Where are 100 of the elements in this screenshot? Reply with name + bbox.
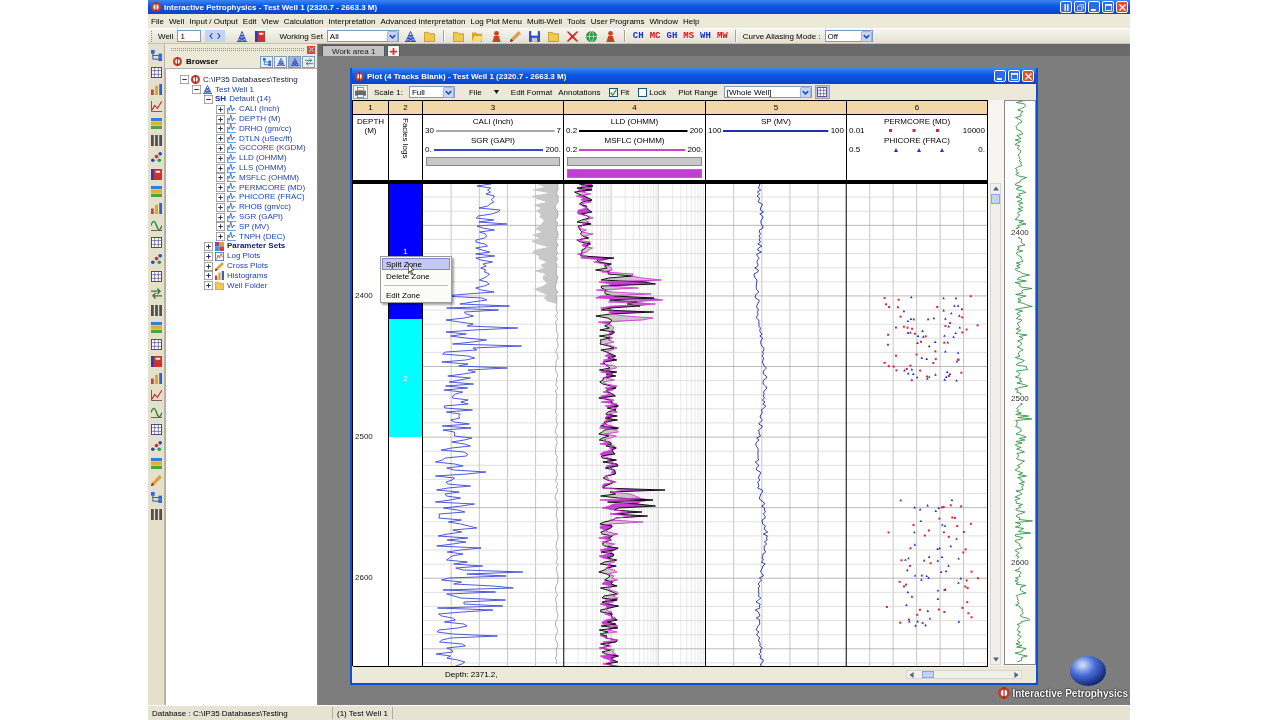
tree-item[interactable]: CALI (Inch) — [238, 105, 280, 114]
tree-item[interactable]: Test Well 1 — [214, 85, 254, 94]
menu-item[interactable]: User Programs — [590, 16, 645, 26]
line-chart-icon[interactable] — [150, 390, 162, 401]
layers-icon[interactable] — [150, 186, 162, 197]
view-button[interactable] — [288, 55, 301, 68]
scrollbar-thumb[interactable] — [922, 671, 934, 678]
print-button[interactable] — [353, 85, 368, 99]
tree-item[interactable]: Log Plots — [226, 252, 261, 261]
menu-item[interactable]: Split Zone — [382, 258, 450, 270]
layers-icon[interactable] — [150, 322, 162, 333]
tree-item[interactable]: TNPH (DEC) — [238, 232, 286, 241]
layers-icon[interactable] — [150, 118, 162, 129]
person-icon[interactable] — [490, 30, 502, 42]
expand-icon[interactable] — [216, 153, 225, 163]
lock-checkbox[interactable] — [638, 87, 648, 97]
view-button[interactable] — [302, 55, 315, 68]
expand-icon[interactable] — [216, 163, 225, 173]
arrows-icon[interactable] — [150, 288, 162, 299]
maximize-button[interactable] — [1102, 1, 1114, 13]
tree-item[interactable]: C:\IP35 Databases\Testing — [202, 75, 298, 84]
mode-button[interactable]: MS — [682, 31, 696, 41]
mode-button[interactable]: GH — [665, 31, 679, 41]
expand-icon[interactable] — [216, 134, 225, 144]
new-tab-button[interactable] — [387, 45, 401, 56]
view-button[interactable] — [274, 55, 287, 68]
bars-icon[interactable] — [150, 203, 162, 214]
mode-button[interactable]: CH — [631, 31, 645, 41]
expand-icon[interactable] — [216, 114, 225, 124]
tower-icon[interactable] — [404, 30, 416, 42]
close-button[interactable] — [307, 45, 315, 54]
view-button[interactable] — [260, 55, 273, 68]
work-area-tab[interactable]: Work area 1 — [322, 45, 386, 56]
grid-icon[interactable] — [150, 271, 162, 282]
previous-button[interactable] — [208, 31, 215, 41]
expand-icon[interactable] — [216, 212, 225, 222]
expand-icon[interactable] — [204, 251, 213, 261]
menu-item[interactable]: Log Plot Menu — [470, 16, 523, 26]
menu-item[interactable]: Calculation — [283, 16, 324, 26]
tree-item[interactable]: MSFLC (OHMM) — [238, 173, 299, 182]
expand-icon[interactable] — [216, 202, 225, 212]
mode-button[interactable]: MW — [715, 31, 729, 41]
tree-item[interactable]: Well Folder — [226, 281, 268, 290]
menu-item[interactable]: Tools — [567, 16, 586, 26]
save-icon[interactable] — [528, 30, 540, 42]
up-arrow-icon[interactable] — [992, 186, 999, 191]
tree-item[interactable]: PHICORE (FRAC) — [238, 193, 305, 202]
columns-icon[interactable] — [150, 509, 162, 520]
tree-item[interactable]: RHOB (gm/cc) — [238, 203, 291, 212]
collapse-icon[interactable] — [192, 85, 201, 95]
wave-icon[interactable] — [150, 407, 162, 418]
expand-icon[interactable] — [216, 143, 225, 153]
close-button[interactable] — [1116, 1, 1128, 13]
columns-icon[interactable] — [150, 135, 162, 146]
expand-icon[interactable] — [204, 271, 213, 281]
close-button[interactable] — [1022, 70, 1034, 82]
tower-icon[interactable] — [237, 30, 248, 42]
expand-icon[interactable] — [216, 104, 225, 114]
down-arrow-icon[interactable] — [992, 657, 999, 662]
book-icon[interactable] — [150, 169, 162, 180]
wave-icon[interactable] — [150, 220, 162, 231]
plot-range-dropdown[interactable]: [Whole Well] — [723, 86, 812, 98]
bars-icon[interactable] — [150, 373, 162, 384]
grid-icon[interactable] — [150, 237, 162, 248]
pause-button[interactable] — [1060, 1, 1072, 13]
grid-icon[interactable] — [150, 339, 162, 350]
tree-item[interactable]: DEPTH (M) — [238, 115, 281, 124]
tree-icon[interactable] — [150, 492, 162, 503]
line-chart-icon[interactable] — [150, 101, 162, 112]
menu-item[interactable]: Edit — [242, 16, 257, 26]
maximize-button[interactable] — [1008, 70, 1020, 82]
settings-button[interactable] — [814, 85, 830, 99]
next-button[interactable] — [216, 31, 223, 41]
expand-icon[interactable] — [216, 173, 225, 183]
expand-icon[interactable] — [216, 232, 225, 242]
expand-icon[interactable] — [216, 192, 225, 202]
tree-item[interactable]: DTLN (uSec/ft) — [238, 134, 293, 143]
tree-icon[interactable] — [150, 50, 162, 61]
annotations-button[interactable]: Annotations — [558, 87, 601, 97]
expand-icon[interactable] — [204, 261, 213, 271]
globe-icon[interactable] — [585, 30, 597, 42]
collapse-icon[interactable] — [204, 95, 213, 104]
tree-item[interactable]: Histograms — [226, 271, 268, 280]
well-input[interactable]: 1 — [177, 30, 202, 42]
right-arrow-icon[interactable] — [1014, 671, 1019, 678]
scatter-icon[interactable] — [150, 441, 162, 452]
menu-item[interactable]: View — [261, 16, 279, 26]
book-icon[interactable] — [255, 30, 266, 42]
columns-icon[interactable] — [150, 305, 162, 316]
cross-icon[interactable] — [566, 30, 578, 42]
aliasing-dropdown[interactable]: Off — [824, 30, 873, 42]
expand-icon[interactable] — [216, 183, 225, 193]
tree-item[interactable]: SGR (GAPI) — [238, 213, 283, 222]
layers-icon[interactable] — [150, 458, 162, 469]
menu-item[interactable]: File — [151, 16, 164, 26]
tree-item[interactable]: PERMCORE (MD) — [238, 183, 306, 192]
menu-item[interactable]: Well — [168, 16, 185, 26]
collapse-icon[interactable] — [180, 75, 189, 85]
working-set-dropdown[interactable]: All — [326, 30, 399, 42]
tree-item[interactable]: SP (MV) — [238, 222, 270, 231]
